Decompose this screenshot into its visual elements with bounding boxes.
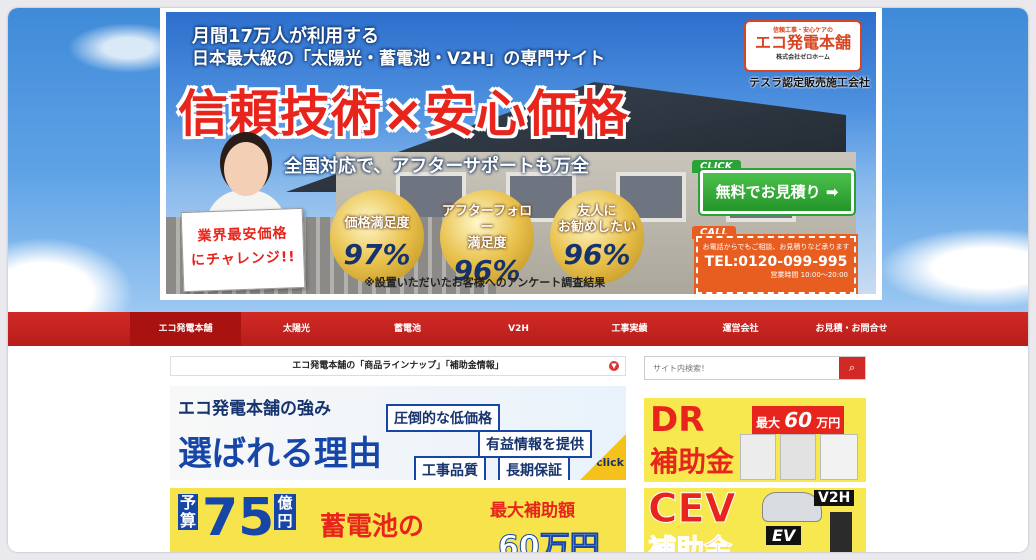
lowest-price-sign: 業界最安価格 にチャレンジ!! <box>180 207 306 293</box>
max-subsidy-amount: 60万円 <box>498 530 601 553</box>
nav-item-contact[interactable]: お見積・お問合せ <box>796 312 907 346</box>
nav-item-company[interactable]: 運営会社 <box>685 312 796 346</box>
reason-warranty: 長期保証 <box>498 456 570 480</box>
medal-label2: 満足度 <box>467 236 507 251</box>
site-search: ⌕ <box>644 356 866 380</box>
tesla-certified: テスラ認定販売施工会社 <box>749 76 870 89</box>
cev-title: CEV <box>648 488 737 533</box>
chevron-down-icon[interactable]: ▼ <box>609 361 619 371</box>
banner-line2: 日本最大級の「太陽光・蓄電池・V2H」の専門サイト <box>192 49 606 69</box>
hero-banner-image: 月間17万人が利用する 日本最大級の「太陽光・蓄電池・V2H」の専門サイト 信頼… <box>166 12 876 294</box>
business-hours: 営業時間 10:00～20:00 <box>770 271 848 279</box>
v2h-label: V2H <box>814 490 855 506</box>
sub-catchcopy: 全国対応で、アフターサポートも万全 <box>284 156 589 177</box>
reasons-strength: エコ発電本舗の強み <box>178 399 331 419</box>
reason-quality: 工事品質 <box>414 456 486 480</box>
medal-price-satisfaction: 価格満足度 97% <box>330 190 424 284</box>
medal-value: 96% <box>563 238 631 271</box>
search-icon[interactable]: ⌕ <box>839 357 865 379</box>
logo-brand: エコ発電本舗 <box>754 33 851 52</box>
lineup-title: エコ発電本舗の「商品ラインナップ」「補助金情報」 <box>292 361 504 371</box>
free-quote-button[interactable]: 無料でお見積り ➡ <box>698 168 856 216</box>
free-quote-cta[interactable]: CLICK 無料でお見積り ➡ <box>692 160 858 220</box>
medal-recommend: 友人に お勧めしたい 96% <box>550 190 644 284</box>
page-content: エコ発電本舗の「商品ラインナップ」「補助金情報」 ▼ ⌕ エコ発電本舗の強み 選… <box>8 346 1028 552</box>
battery-unit-image <box>820 434 858 480</box>
medal-label: 友人に <box>577 204 617 219</box>
survey-note: ※設置いただいたお客様へのアンケート調査結果 <box>364 276 606 289</box>
person-head <box>224 142 268 196</box>
browser-viewport: 月間17万人が利用する 日本最大級の「太陽光・蓄電池・V2H」の専門サイト 信頼… <box>8 8 1028 552</box>
lineup-toggle[interactable]: エコ発電本舗の「商品ラインナップ」「補助金情報」 ▼ <box>170 356 626 376</box>
main-catchcopy: 信頼技術×安心価格 <box>178 85 629 143</box>
reasons-title: 選ばれる理由 <box>178 434 382 474</box>
dr-subsidy-banner[interactable]: DR 補助金 最大 60 万円 <box>644 398 866 482</box>
phone-number[interactable]: TEL:0120-099-995 <box>698 254 854 270</box>
call-cta[interactable]: CALL お電話からでもご相談、お見積りなど承ります TEL:0120-099-… <box>692 226 858 294</box>
nav-item-works[interactable]: 工事実績 <box>574 312 685 346</box>
budget-unit: 億円 <box>274 494 296 530</box>
battery-unit-image <box>780 434 816 480</box>
cev-subsidy-banner[interactable]: CEV 補助金 V2H EV <box>644 488 866 552</box>
budget-amount: 75 <box>202 488 275 548</box>
battery-unit-image <box>740 434 776 480</box>
medal-value: 97% <box>343 238 411 271</box>
max-subsidy-label: 最大補助額 <box>490 501 575 521</box>
medal-label: 価格満足度 <box>344 216 410 231</box>
nav-item-battery[interactable]: 蓄電池 <box>352 312 463 346</box>
medal-after-follow: アフターフォロー 満足度 96% <box>440 190 534 287</box>
reason-info: 有益情報を提供 <box>478 430 592 458</box>
nav-item-v2h[interactable]: V2H <box>463 312 574 346</box>
cev-subtitle: 補助金 <box>647 533 733 553</box>
medal-label2: お勧めしたい <box>557 220 636 235</box>
dr-title: DR <box>650 400 705 440</box>
medal-label: アフターフォロー <box>441 204 533 235</box>
nav-item-solar[interactable]: 太陽光 <box>241 312 352 346</box>
call-note: お電話からでもご相談、お見積りなど承ります <box>702 243 850 251</box>
ev-car-image <box>762 492 822 522</box>
reason-low-price: 圧倒的な低価格 <box>386 404 500 432</box>
company-logo: 信頼工事・安心ケアの エコ発電本舗 株式会社ゼロホーム <box>744 20 862 72</box>
dr-unit: 万円 <box>816 416 841 430</box>
dr-max: 最大 <box>756 416 781 430</box>
search-input[interactable] <box>645 357 839 379</box>
hero-banner[interactable]: 月間17万人が利用する 日本最大級の「太陽光・蓄電池・V2H」の専門サイト 信頼… <box>160 8 882 300</box>
nav-item-home[interactable]: エコ発電本舗 <box>130 312 241 346</box>
sign-line2: にチャレンジ!! <box>190 249 296 269</box>
logo-company: 株式会社ゼロホーム <box>776 54 830 61</box>
reasons-banner[interactable]: エコ発電本舗の強み 選ばれる理由 圧倒的な低価格 有益情報を提供 工事品質 長期… <box>170 386 626 480</box>
budget-label: 予算 <box>178 493 198 530</box>
battery-subsidy-banner[interactable]: 予算 75 億円 蓄電池の 最大補助額 60万円 <box>170 488 626 552</box>
dr-subtitle: 補助金 <box>650 445 735 478</box>
v2h-charger-image <box>830 512 852 552</box>
battery-title: 蓄電池の <box>320 512 425 542</box>
call-box[interactable]: お電話からでもご相談、お見積りなど承ります TEL:0120-099-995 営… <box>694 234 858 294</box>
dr-amount: 60 <box>784 408 813 432</box>
ev-label: EV <box>766 526 802 545</box>
main-nav: エコ発電本舗 太陽光 蓄電池 V2H 工事実績 運営会社 お見積・お問合せ <box>8 312 1028 346</box>
dr-max-label: 最大 60 万円 <box>752 406 845 434</box>
